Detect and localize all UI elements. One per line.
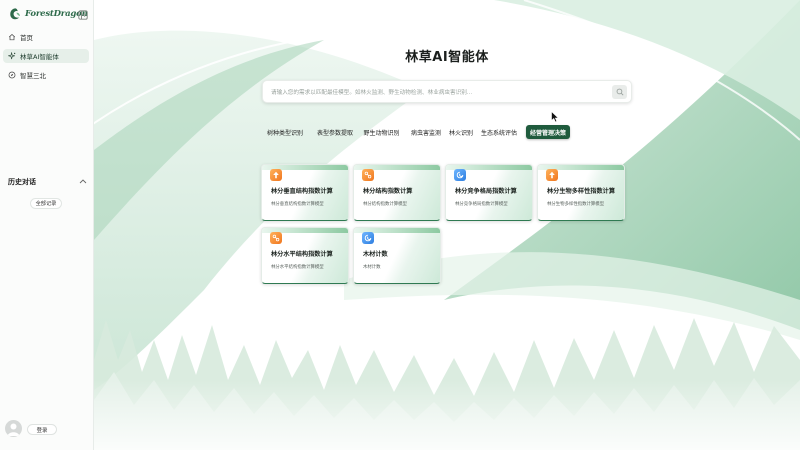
search-icon [616,88,624,96]
tab-pest[interactable]: 病虫害监测 [405,125,447,139]
category-tabs: 树种类型识别 表型参数提取 野生动物识别 病虫害监测 林火识别 生态系统评估 经… [262,125,632,139]
card-description: 林分水平结构指数计算模型 [271,265,324,270]
card-title: 林分水平结构指数计算 [271,251,333,258]
tab-phenotype[interactable]: 表型参数提取 [312,125,358,139]
sidebar-item-label: 智慧三北 [20,72,46,80]
main-area: 林草AI智能体 树种类型识别 表型参数提取 野生动物识别 病虫害监测 林火识别 … [94,0,800,450]
chevron-up-icon[interactable] [79,178,87,184]
sidebar-nav: 首页 林草AI智能体 智慧三北 [3,30,89,87]
card-description: 林分竞争格局指数计算模型 [455,202,508,207]
model-card[interactable]: 林分水平结构指数计算 林分水平结构指数计算模型 [261,227,349,284]
tab-ecosystem[interactable]: 生态系统评估 [476,125,522,139]
search-bar [262,80,632,103]
collapse-sidebar-icon[interactable] [78,10,88,20]
sidebar-item-smart-sanbei[interactable]: 智慧三北 [3,68,89,82]
swirl-icon [454,169,466,181]
card-title: 林分垂直结构指数计算 [271,188,333,195]
tab-management[interactable]: 经营管理决策 [526,125,570,139]
home-icon [8,33,16,41]
history-title: 历史对话 [8,178,36,186]
user-icon [7,423,20,436]
model-card[interactable]: 林分竞争格局指数计算 林分竞争格局指数计算模型 [445,164,533,221]
tab-tree-species[interactable]: 树种类型识别 [262,125,308,139]
avatar[interactable] [5,420,22,437]
mouse-cursor-icon [551,111,559,123]
model-card[interactable]: 林分垂直结构指数计算 林分垂直结构指数计算模型 [261,164,349,221]
card-description: 林分生物多样性指数计算模型 [547,202,605,207]
card-title: 林分生物多样性指数计算 [547,188,616,195]
network-icon [362,169,374,181]
compass-icon [8,71,16,79]
sidebar-item-label: 首页 [20,34,33,42]
search-button[interactable] [612,85,627,99]
sidebar-item-ai-agent[interactable]: 林草AI智能体 [3,49,89,63]
model-card[interactable]: 木材计数 木材计数 [353,227,441,284]
card-title: 林分竞争格局指数计算 [455,188,517,195]
card-description: 木材计数 [363,265,381,270]
brand[interactable]: ForestDragon [8,7,88,21]
sidebar-item-home[interactable]: 首页 [3,30,89,44]
model-card[interactable]: 林分结构指数计算 林分结构指数计算模型 [353,164,441,221]
card-title: 林分结构指数计算 [363,188,413,195]
card-description: 林分结构指数计算模型 [363,202,407,207]
login-button[interactable]: 登录 [27,424,57,435]
model-card[interactable]: 林分生物多样性指数计算 林分生物多样性指数计算模型 [537,164,625,221]
swirl-icon [362,232,374,244]
sidebar: ForestDragon 首页 林草AI智能体 智慧三北 历史对话 全部记录 登… [0,0,94,450]
page-title: 林草AI智能体 [405,50,489,65]
forest-background [94,0,800,450]
card-description: 林分垂直结构指数计算模型 [271,202,324,207]
all-records-button[interactable]: 全部记录 [30,198,62,209]
network-icon [270,232,282,244]
tree-icon [270,169,282,181]
dragon-leaf-logo-icon [10,8,20,20]
card-title: 木材计数 [363,251,388,258]
tab-wildlife[interactable]: 野生动物识别 [359,125,404,139]
tab-fire[interactable]: 林火识别 [446,125,476,139]
sparkle-icon [8,52,16,60]
sidebar-item-label: 林草AI智能体 [20,53,59,61]
search-input[interactable] [269,84,603,101]
tree-icon [546,169,558,181]
